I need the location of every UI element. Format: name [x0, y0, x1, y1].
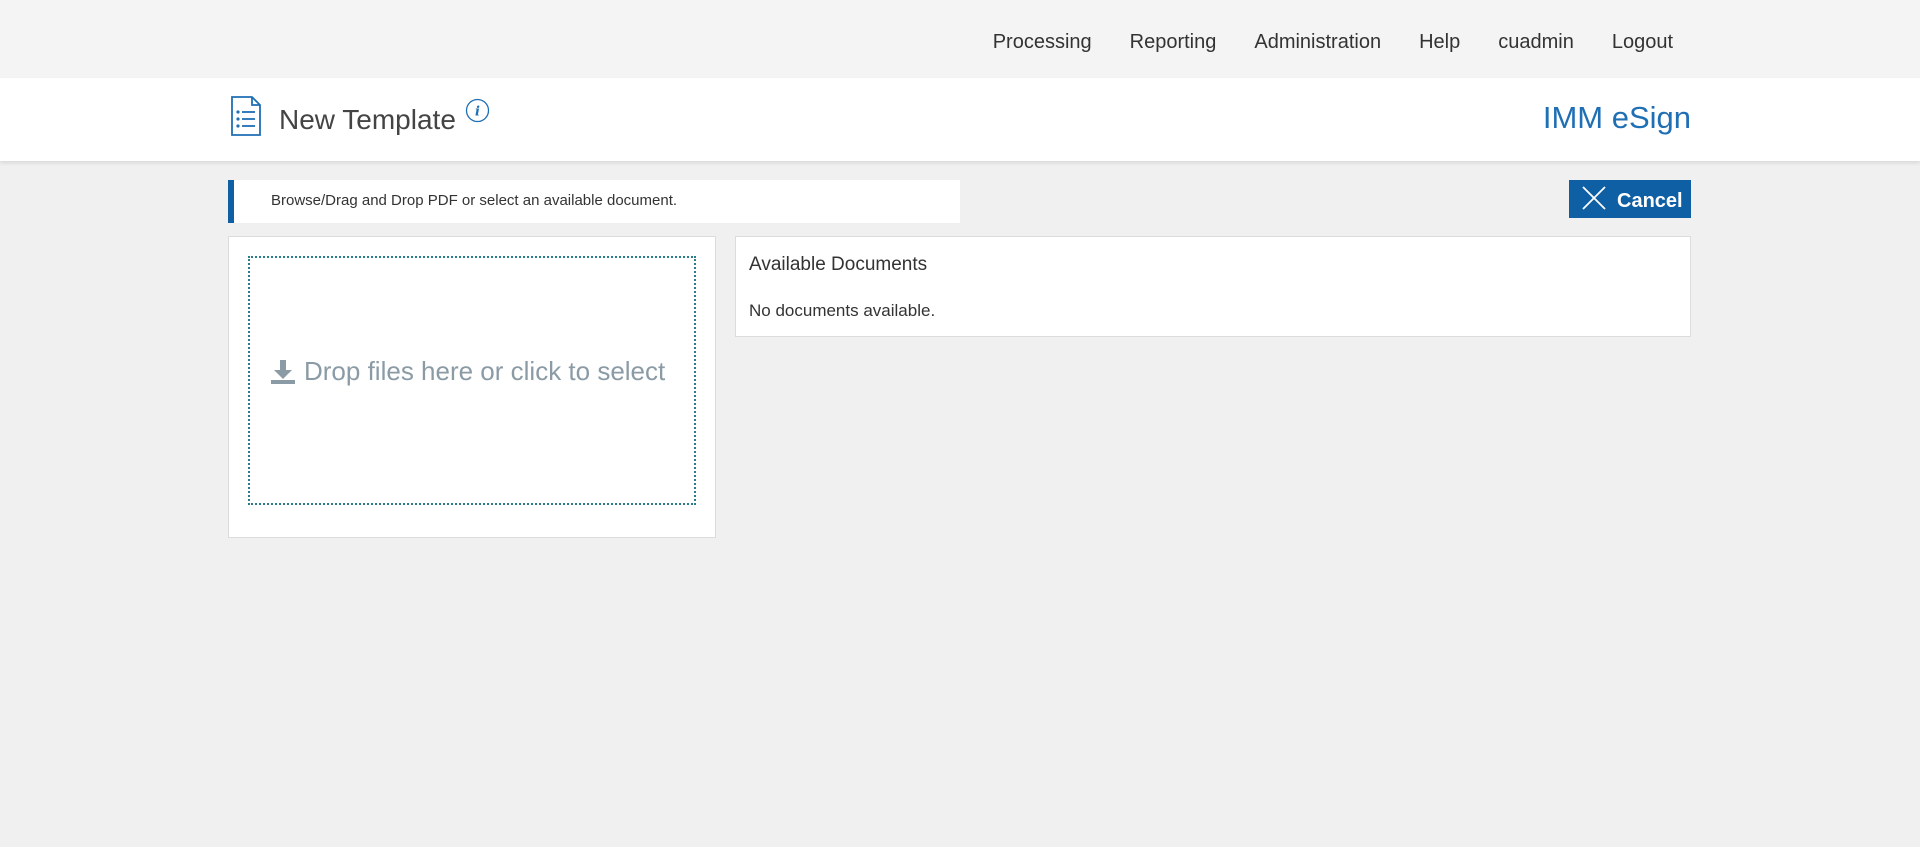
- info-icon[interactable]: i: [465, 98, 490, 123]
- brand-logo-text: IMM eSign: [1542, 100, 1691, 135]
- instruction-text: Browse/Drag and Drop PDF or select an av…: [271, 192, 678, 209]
- empty-documents-message: No documents available.: [749, 301, 936, 320]
- upload-panel: Drop files here or click to select: [228, 236, 716, 538]
- instruction-banner: Browse/Drag and Drop PDF or select an av…: [228, 180, 960, 223]
- svg-text:i: i: [475, 105, 480, 120]
- page-title: New Template: [279, 104, 456, 135]
- nav-item-help[interactable]: Help: [1419, 28, 1460, 56]
- file-dropzone[interactable]: Drop files here or click to select: [248, 256, 696, 505]
- document-list-icon: [230, 96, 262, 136]
- download-icon: [270, 359, 296, 385]
- title-bar: New Template i IMM eSign: [0, 78, 1920, 161]
- top-nav: Processing Reporting Administration Help…: [0, 0, 1920, 78]
- nav-item-logout[interactable]: Logout: [1612, 28, 1673, 56]
- nav-item-processing[interactable]: Processing: [993, 28, 1092, 56]
- available-documents-title: Available Documents: [749, 254, 928, 275]
- top-nav-menu: Processing Reporting Administration Help…: [993, 28, 1673, 56]
- cancel-button[interactable]: Cancel: [1569, 180, 1691, 218]
- dropzone-prompt: Drop files here or click to select: [304, 356, 666, 386]
- close-icon: [1580, 184, 1608, 212]
- available-documents-panel: Available Documents No documents availab…: [735, 236, 1691, 337]
- cancel-button-label: Cancel: [1617, 190, 1683, 212]
- nav-item-administration[interactable]: Administration: [1254, 28, 1381, 56]
- nav-item-user[interactable]: cuadmin: [1498, 28, 1574, 56]
- nav-item-reporting[interactable]: Reporting: [1130, 28, 1217, 56]
